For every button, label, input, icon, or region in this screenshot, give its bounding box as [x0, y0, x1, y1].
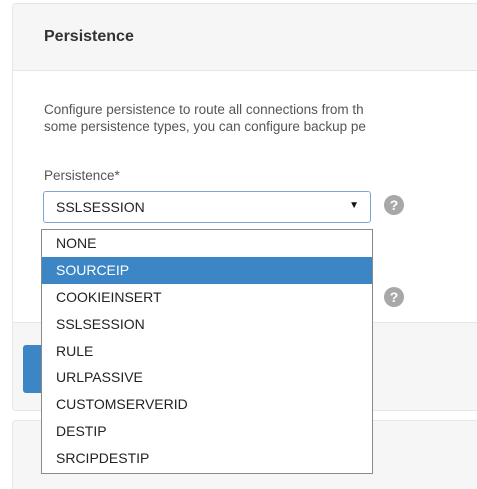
panel-description: Configure persistence to route all conne… — [44, 101, 477, 135]
persistence-page: Persistence Configure persistence to rou… — [0, 0, 477, 489]
question-circle-icon[interactable]: ? — [384, 287, 404, 307]
dropdown-option-urlpassive[interactable]: URLPASSIVE — [42, 364, 372, 391]
dropdown-option-customserverid[interactable]: CUSTOMSERVERID — [42, 391, 372, 418]
triangle-down-icon: ▼ — [349, 200, 359, 211]
persistence-field-label: Persistence* — [44, 168, 120, 183]
persistence-select[interactable]: SSLSESSION ▼ — [43, 191, 371, 223]
dropdown-option-none[interactable]: NONE — [42, 230, 372, 257]
dropdown-option-destip[interactable]: DESTIP — [42, 418, 372, 445]
dropdown-option-sourceip[interactable]: SOURCEIP — [42, 256, 372, 284]
persistence-select-value: SSLSESSION — [56, 199, 145, 215]
question-circle-icon[interactable]: ? — [384, 195, 404, 215]
dropdown-option-sslsession[interactable]: SSLSESSION — [42, 311, 372, 338]
dropdown-option-srcipdestip[interactable]: SRCIPDESTIP — [42, 445, 372, 472]
description-line-2: some persistence types, you can configur… — [44, 119, 366, 134]
persistence-dropdown-list[interactable]: NONE SOURCEIP COOKIEINSERT SSLSESSION RULE UR… — [41, 229, 373, 474]
description-line-1: Configure persistence to route all conne… — [44, 102, 364, 117]
dropdown-option-cookieinsert[interactable]: COOKIEINSERT — [42, 284, 372, 311]
dropdown-option-rule[interactable]: RULE — [42, 338, 372, 365]
panel-header: Persistence — [13, 4, 477, 71]
panel-title: Persistence — [44, 28, 134, 45]
